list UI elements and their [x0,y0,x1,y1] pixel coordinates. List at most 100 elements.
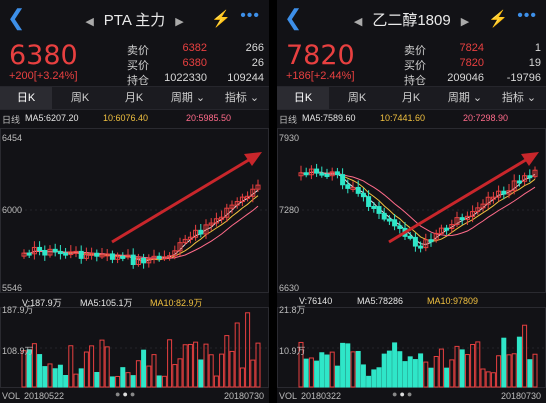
volume-bar [167,339,173,388]
candle-body [156,255,162,260]
price-axis-low: 5546 [2,283,23,293]
volume-bar [407,356,413,388]
volume-bar [355,350,361,388]
volume-bar [125,372,131,388]
candle-body [527,175,533,179]
volume-bar [141,349,147,388]
left-quote-panel: ❮ ◀ PTA 主力 ▶ ⚡ ••• 6380 +200[+3.24%] 卖价 63… [0,0,269,403]
volume-bar [418,353,424,388]
candle-body [366,196,372,207]
volume-bar [172,364,178,388]
candle-body [428,239,434,243]
candle-body [444,227,450,231]
volume-bar [151,354,157,388]
volume-bar [135,360,141,388]
candle-body [345,184,351,189]
moving-average-line [23,195,259,261]
vol-axis-mid: 108.9万 [2,346,34,356]
volume-bar [120,367,126,388]
volume-bar [224,335,230,388]
candle-body [381,212,387,220]
volume-bar [480,368,486,388]
candle-body [397,225,403,229]
candle-body [418,245,424,249]
vol-ma10-readout: MA10:82.9万 [150,298,203,308]
candle-body [386,218,392,222]
moving-average-line [23,205,259,260]
volume-bar [345,343,351,388]
volume-bar [308,357,314,388]
volume-bar [501,337,507,388]
volume-bar [78,368,84,388]
price-axis-mid: 7280 [279,205,300,215]
candle-body [319,172,325,176]
candle-body [360,192,366,198]
volume-bar [73,373,79,388]
candle-body [324,173,330,177]
volume-bar [475,341,481,388]
volume-bar [94,371,100,388]
candle-body [340,174,346,186]
date-start: 20180522 [24,391,65,401]
volume-bar [146,365,152,388]
volume-bar [506,354,512,388]
date-end: 20180730 [501,391,542,401]
volume-bar [522,324,528,388]
date-start: 20180322 [301,391,342,401]
volume-bar [527,359,533,388]
volume-bar [303,358,309,388]
trend-arrow-head [521,152,539,166]
panel-divider [269,0,277,403]
candle-body [355,186,361,194]
volume-bar [397,351,403,388]
candle-body [26,252,32,256]
volume-bar [177,358,183,388]
price-axis-low: 6630 [279,283,300,293]
volume-bar [324,354,330,388]
candle-body [501,190,507,195]
volume-bar [104,346,110,388]
volume-bar [239,367,245,388]
candle-body [376,206,382,214]
volume-bar [402,361,408,388]
price-axis-mid: 6000 [2,205,23,215]
candle-body [516,180,522,184]
volume-bar [89,345,95,388]
volume-bar [366,375,372,388]
volume-bar [516,336,522,388]
volume-bar [314,360,320,388]
volume-bar [371,369,377,388]
volume-bar [340,342,346,388]
volume-bar [245,312,251,388]
volume-bar [219,353,225,388]
candle-body [78,250,84,259]
volume-bar [229,350,235,388]
volume-bar [376,367,382,388]
volume-bar [449,359,455,388]
vol-axis-label: VOL [279,391,298,401]
kline-chart[interactable] [277,0,546,403]
volume-bar [459,349,465,388]
volume-bar [490,372,496,388]
candle-body [334,171,340,176]
volume-bar [381,353,387,388]
candle-body [37,246,43,251]
kline-chart[interactable] [0,0,269,403]
moving-average-line [300,171,536,246]
volume-bar [99,339,105,388]
right-quote-panel: ❮ ◀ 乙二醇1809 ▶ ⚡ ••• 7820 +186[+2.44%] 卖价 7… [277,0,546,403]
volume-bar [42,366,48,388]
volume-bar [198,359,204,388]
page-indicator: ●●● [392,389,415,399]
volume-bar [115,375,121,388]
volume-bar [438,348,444,388]
volume-bar [464,354,470,388]
volume-bar [334,365,340,388]
vol-axis-top: 187.9万 [2,305,34,315]
volume-bar [52,368,58,388]
volume-bar [182,344,188,388]
volume-bar [250,359,256,388]
date-end: 20180730 [224,391,265,401]
volume-bar [37,354,43,388]
volume-bar [187,343,193,388]
